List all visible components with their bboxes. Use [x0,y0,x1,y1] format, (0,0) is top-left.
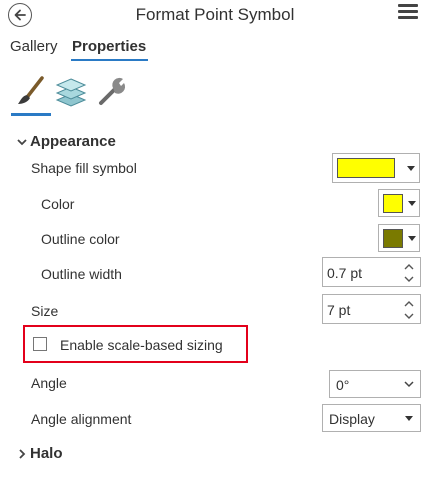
appearance-section-header[interactable]: Appearance [16,133,116,150]
chevron-down-icon [407,166,415,171]
angle-alignment-dropdown[interactable]: Display [322,404,421,432]
pane-title: Format Point Symbol [135,5,295,24]
hamburger-line [398,16,418,19]
appearance-section-label: Appearance [30,133,116,150]
pane-menu-button[interactable] [398,4,418,24]
scale-sizing-label[interactable]: Enable scale-based sizing [60,337,223,353]
outline-color-dropdown[interactable] [378,224,420,252]
color-label: Color [41,196,75,212]
chevron-down-icon [408,236,416,241]
chevron-down-icon [404,381,414,388]
outline-width-input[interactable]: 0.7 pt [322,257,421,287]
angle-alignment-value: Display [329,411,375,427]
shape-fill-symbol-dropdown[interactable] [332,153,420,183]
spinner-arrows-icon[interactable] [402,260,416,286]
fill-symbol-swatch [337,158,395,178]
layers-icon[interactable] [54,74,88,108]
angle-value: 0° [336,377,350,393]
outline-color-swatch [383,229,403,248]
angle-combobox[interactable]: 0° [329,370,421,398]
color-swatch [383,194,403,213]
chevron-down-icon [408,201,416,206]
outline-width-value: 0.7 pt [327,265,363,281]
scale-sizing-checkbox[interactable] [33,337,47,351]
outline-color-label: Outline color [41,231,120,247]
size-input[interactable]: 7 pt [322,294,421,324]
halo-section-label: Halo [30,445,63,462]
hamburger-menu-icon [398,4,418,7]
outline-width-label: Outline width [41,266,122,282]
active-tab-indicator [71,59,148,61]
wrench-icon[interactable] [95,74,129,108]
size-label: Size [31,303,59,319]
chevron-down-icon [405,416,413,421]
brush-icon[interactable] [14,74,48,108]
active-tool-indicator [11,113,51,116]
spinner-arrows-icon[interactable] [402,297,416,323]
hamburger-line [398,10,418,13]
shape-fill-symbol-label: Shape fill symbol [31,160,137,176]
chevron-right-icon [19,449,26,459]
color-dropdown[interactable] [378,189,420,217]
chevron-down-icon [17,139,27,146]
size-value: 7 pt [327,302,351,318]
angle-alignment-label: Angle alignment [31,411,132,427]
tab-properties[interactable]: Properties [72,38,146,55]
halo-section-header[interactable]: Halo [16,445,63,462]
tab-gallery[interactable]: Gallery [10,38,58,55]
angle-label: Angle [31,375,67,391]
